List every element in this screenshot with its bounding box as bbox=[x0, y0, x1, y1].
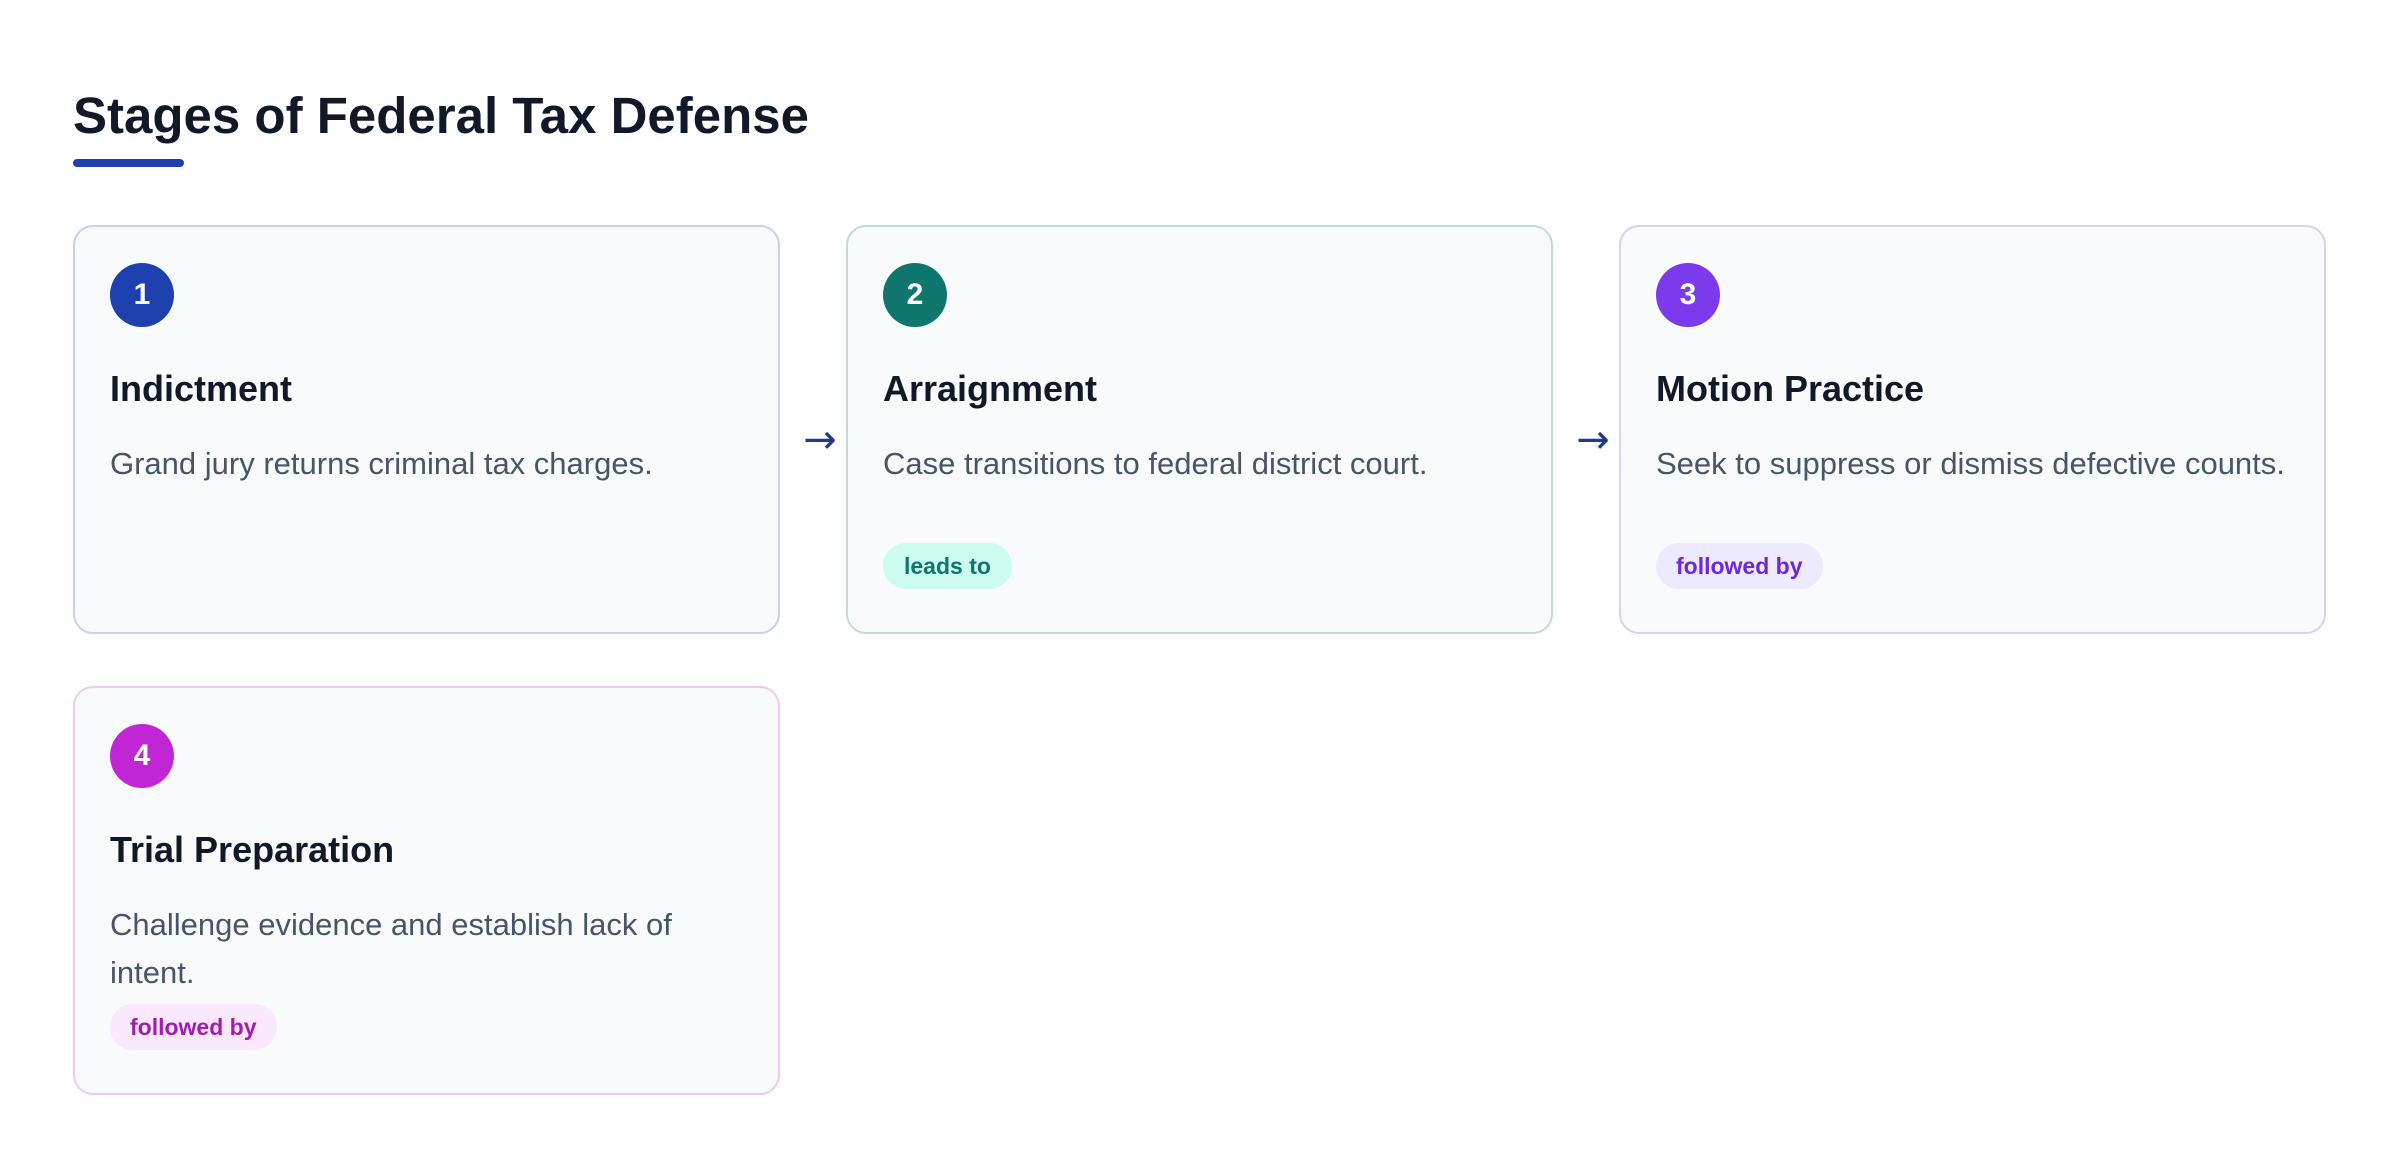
title-underline bbox=[73, 159, 184, 167]
page-title: Stages of Federal Tax Defense bbox=[73, 87, 809, 144]
relation-badge: leads to bbox=[883, 543, 1012, 589]
stage-description: Case transitions to federal district cou… bbox=[883, 446, 1428, 481]
stage-description: Seek to suppress or dismiss defective co… bbox=[1656, 446, 2285, 481]
stage-title: Trial Preparation bbox=[110, 829, 395, 870]
arrow-right-icon: → bbox=[803, 417, 837, 463]
step-number-badge: 1 bbox=[110, 263, 174, 327]
stage-description: Grand jury returns criminal tax charges. bbox=[110, 446, 653, 481]
stage-card-motion-practice: 3 Motion Practice Seek to suppress or di… bbox=[1619, 225, 2326, 634]
arrow-right-icon: → bbox=[1576, 417, 1610, 463]
stage-title: Motion Practice bbox=[1656, 368, 1925, 409]
stage-description: Challenge evidence and establish lack of… bbox=[110, 907, 672, 990]
stage-card-trial-preparation: 4 Trial Preparation Challenge evidence a… bbox=[73, 686, 780, 1095]
stage-title: Arraignment bbox=[883, 368, 1098, 409]
stage-card-arraignment: 2 Arraignment Case transitions to federa… bbox=[846, 225, 1553, 634]
step-number-badge: 4 bbox=[110, 724, 174, 788]
stage-title: Indictment bbox=[110, 368, 293, 409]
step-number-badge: 2 bbox=[883, 263, 947, 327]
relation-badge: followed by bbox=[1656, 543, 1823, 589]
step-number-badge: 3 bbox=[1656, 263, 1720, 327]
stage-card-indictment: 1 Indictment Grand jury returns criminal… bbox=[73, 225, 780, 634]
relation-badge: followed by bbox=[110, 1004, 277, 1050]
